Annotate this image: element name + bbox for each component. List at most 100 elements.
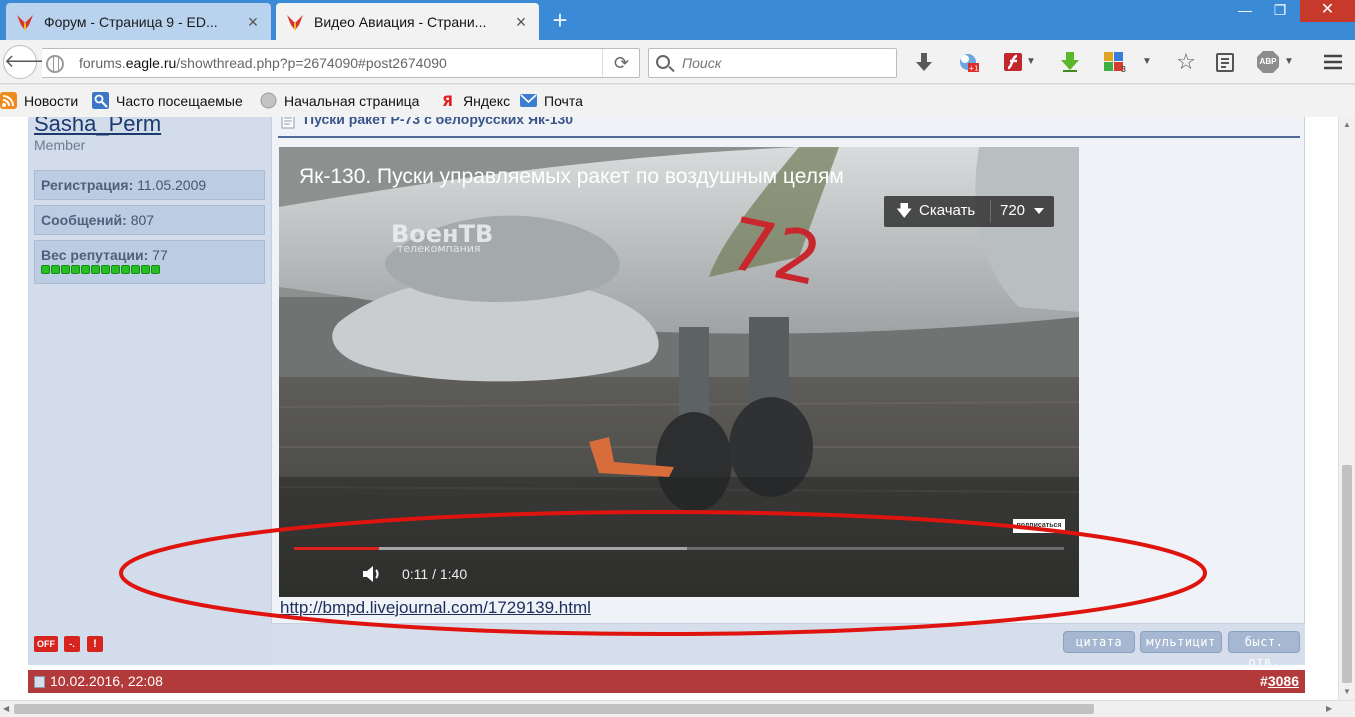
scroll-right-icon[interactable]: ▶ bbox=[1326, 704, 1332, 713]
reputation-pip bbox=[111, 265, 120, 274]
next-post-header: 10.02.2016, 22:08 #3086 bbox=[28, 670, 1305, 693]
bookmarks-list-icon[interactable] bbox=[1213, 50, 1237, 74]
reputation-pip bbox=[81, 265, 90, 274]
volume-icon[interactable] bbox=[362, 565, 382, 583]
back-button[interactable]: 🡐 bbox=[3, 45, 52, 79]
bookmark-label: Новости bbox=[24, 92, 79, 109]
new-tab-button[interactable]: + bbox=[546, 6, 574, 34]
tab-close-icon[interactable]: × bbox=[245, 13, 261, 31]
search-input[interactable]: Поиск bbox=[648, 48, 897, 78]
maximize-window-icon[interactable]: ❐ bbox=[1266, 0, 1294, 22]
video-time: 0:11 / 1:40 bbox=[402, 566, 468, 582]
report-post-icon[interactable]: ! bbox=[87, 636, 103, 652]
tab-strip: Форум - Страница 9 - ED... × Видео Авиац… bbox=[0, 0, 1355, 40]
bookmark-label: Начальная страница bbox=[284, 92, 420, 109]
search-icon bbox=[656, 55, 670, 69]
video-title[interactable]: Як-130. Пуски управляемых ракет по возду… bbox=[299, 165, 844, 189]
svg-text:+1: +1 bbox=[968, 65, 978, 73]
vertical-scroll-thumb[interactable] bbox=[1342, 465, 1352, 683]
dropdown-arrow-icon[interactable]: ▼ bbox=[1024, 50, 1038, 74]
watermark-subtitle: телекомпания bbox=[397, 242, 481, 255]
video-progress-bar[interactable] bbox=[294, 547, 1064, 550]
post-link[interactable]: http://bmpd.livejournal.com/1729139.html bbox=[280, 598, 591, 618]
reputation-pip bbox=[91, 265, 100, 274]
scroll-down-icon[interactable]: ▼ bbox=[1343, 687, 1351, 696]
separator bbox=[990, 200, 991, 223]
user-title: Member bbox=[34, 137, 86, 153]
posts-count-info: Сообщений: 807 bbox=[34, 205, 265, 235]
video-player[interactable]: 72 ВоенТВ телекомпания Як-130. Пуски упр… bbox=[279, 147, 1079, 597]
extension-grid-icon[interactable]: 3 bbox=[1102, 50, 1126, 74]
svg-text:3: 3 bbox=[1121, 65, 1126, 74]
registration-label: Регистрация: bbox=[41, 177, 134, 193]
globe-icon[interactable] bbox=[46, 55, 64, 73]
download-button-label[interactable]: Скачать bbox=[919, 202, 975, 219]
reputation-bar bbox=[41, 265, 258, 274]
bookmarks-toolbar: Новости Часто посещаемые Начальная стран… bbox=[0, 85, 1355, 117]
bookmark-label: Почта bbox=[544, 92, 583, 109]
reputation-pip bbox=[41, 265, 50, 274]
scroll-up-icon[interactable]: ▲ bbox=[1343, 120, 1351, 129]
subscribe-button[interactable]: подписаться bbox=[1013, 519, 1065, 533]
quick-reply-button[interactable]: быст. отв. bbox=[1228, 631, 1300, 669]
tab-video-aviation[interactable]: Видео Авиация - Страни... × bbox=[276, 3, 539, 40]
address-bar[interactable]: forums.eagle.ru/showthread.php?p=2674090… bbox=[42, 48, 640, 78]
reputation-pip bbox=[151, 265, 160, 274]
tab-close-icon[interactable]: × bbox=[513, 13, 529, 31]
dropdown-arrow-icon[interactable]: ▼ bbox=[1282, 50, 1296, 74]
reputation-pip bbox=[101, 265, 110, 274]
reputation-pip bbox=[71, 265, 80, 274]
download-control[interactable]: 🡇 Скачать 720 bbox=[884, 196, 1054, 227]
minimize-window-icon[interactable]: — bbox=[1232, 0, 1258, 22]
horizontal-scroll-thumb[interactable] bbox=[14, 704, 1094, 714]
quality-label[interactable]: 720 bbox=[1000, 202, 1025, 219]
menu-hamburger-icon[interactable] bbox=[1321, 50, 1345, 74]
scroll-left-icon[interactable]: ◀ bbox=[3, 704, 9, 713]
tab-title: Форум - Страница 9 - ED... bbox=[44, 13, 218, 30]
adblock-icon[interactable]: ABP bbox=[1256, 50, 1280, 74]
offline-status-icon: OFF bbox=[34, 636, 58, 652]
reload-icon[interactable]: ⟳ bbox=[602, 49, 640, 77]
dropdown-arrow-icon[interactable]: ▼ bbox=[1140, 50, 1154, 74]
rss-icon bbox=[0, 92, 17, 109]
quality-dropdown-icon[interactable] bbox=[1034, 208, 1044, 214]
posts-label: Сообщений: bbox=[41, 212, 127, 228]
reputation-label: Вес репутации: bbox=[41, 247, 149, 263]
weather-extension-icon[interactable]: +1 bbox=[957, 50, 981, 74]
title-divider bbox=[278, 136, 1300, 138]
tab-forum[interactable]: Форум - Страница 9 - ED... × bbox=[6, 3, 271, 40]
bookmark-label: Яндекс bbox=[463, 92, 511, 109]
post-title: Пуски ракет Р-73 с белорусских Як-130 bbox=[304, 117, 574, 127]
eagle-favicon-icon bbox=[287, 14, 303, 30]
adblock-label: ABP bbox=[1259, 57, 1277, 66]
tab-title: Видео Авиация - Страни... bbox=[314, 13, 487, 30]
bookmark-news[interactable]: Новости bbox=[0, 92, 78, 109]
flash-icon[interactable] bbox=[1002, 50, 1026, 74]
bookmark-mail[interactable]: Почта bbox=[520, 92, 583, 109]
svg-text:Я: Я bbox=[442, 94, 453, 109]
bookmark-star-icon[interactable]: ☆ bbox=[1174, 50, 1198, 74]
download-arrow-icon[interactable] bbox=[912, 50, 936, 74]
played-bar bbox=[294, 547, 379, 550]
user-status-icon[interactable]: -. bbox=[64, 636, 80, 652]
url-text: forums.eagle.ru/showthread.php?p=2674090… bbox=[79, 55, 447, 71]
close-window-icon[interactable]: ✕ bbox=[1300, 0, 1355, 22]
vertical-scrollbar[interactable]: ▲ ▼ bbox=[1338, 117, 1355, 700]
post-date: 10.02.2016, 22:08 bbox=[50, 673, 163, 689]
download-icon: 🡇 bbox=[896, 203, 913, 220]
yandex-icon: Я bbox=[439, 92, 456, 109]
green-download-icon[interactable] bbox=[1058, 50, 1082, 74]
navigation-toolbar: 🡐 forums.eagle.ru/showthread.php?p=26740… bbox=[0, 40, 1355, 84]
bookmark-yandex[interactable]: Я Яндекс bbox=[439, 92, 510, 109]
globe-bookmark-icon bbox=[260, 92, 277, 109]
multiquote-button[interactable]: мультицит bbox=[1140, 631, 1222, 653]
quote-button[interactable]: цитата bbox=[1063, 631, 1135, 653]
horizontal-scrollbar[interactable]: ◀ ▶ bbox=[0, 700, 1355, 717]
mail-icon bbox=[520, 94, 537, 107]
bookmark-home-page[interactable]: Начальная страница bbox=[260, 92, 419, 109]
reputation-info: Вес репутации: 77 bbox=[34, 240, 265, 284]
post-number-link[interactable]: 3086 bbox=[1268, 673, 1299, 689]
username-link[interactable]: Sasha_Perm bbox=[34, 117, 161, 137]
reputation-pip bbox=[61, 265, 70, 274]
bookmark-most-visited[interactable]: Часто посещаемые bbox=[92, 92, 243, 109]
